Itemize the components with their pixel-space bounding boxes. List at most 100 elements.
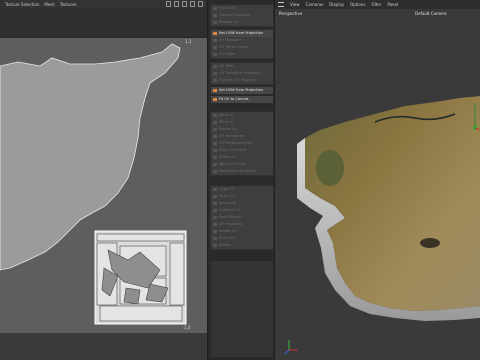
cmd-item[interactable]: UV Relax xyxy=(211,51,273,58)
cmd-item[interactable]: Select UV xyxy=(211,200,273,207)
stitch-icon xyxy=(213,156,217,159)
viewport-panel: View Cameras Display Options Filter Pane… xyxy=(275,0,480,360)
camera-name[interactable]: Default Camera xyxy=(415,11,447,16)
pack-icon xyxy=(213,216,217,219)
mirror-icon xyxy=(213,121,217,124)
rotate-icon xyxy=(213,230,217,233)
cmd-single-2: Fit UV to Canvas xyxy=(210,95,274,104)
cmd-item[interactable]: Optimal Mapping xyxy=(211,12,273,19)
menu-hamburger-icon[interactable] xyxy=(278,2,284,7)
cmd-group-4: Mirror U Mirror V Rotate UV UV Straighte… xyxy=(210,111,274,176)
cmd-item[interactable]: UV Transform Mapping xyxy=(211,70,273,77)
menu-textures[interactable]: Textures xyxy=(60,2,77,7)
cmd-item[interactable]: Mirror U xyxy=(211,112,273,119)
cmd-item[interactable]: Paste UV xyxy=(211,193,273,200)
cmd-item[interactable]: Weld UV Points xyxy=(211,161,273,168)
fit-canvas-icon xyxy=(213,98,217,101)
align-icon xyxy=(213,149,217,152)
normalize-icon xyxy=(213,170,217,173)
shrink-icon xyxy=(213,244,217,247)
rect-icon xyxy=(213,142,217,145)
cmd-item[interactable]: Stitch UV xyxy=(211,154,273,161)
uv-corner-top-label: 1,1 xyxy=(185,39,192,44)
home-icon[interactable] xyxy=(198,1,203,7)
cmd-item[interactable]: Copy UV xyxy=(211,186,273,193)
cmd-item[interactable]: UV Straighten xyxy=(211,133,273,140)
cmd-item[interactable]: Realign UV xyxy=(211,19,273,26)
menu-mesh[interactable]: Mesh xyxy=(44,2,55,7)
weld-icon xyxy=(213,163,217,166)
grid-icon[interactable] xyxy=(174,1,179,7)
scale-icon xyxy=(213,237,217,240)
dark-region xyxy=(420,238,440,248)
cmd-group-2: Set UVW from Projection UV Manager UV Te… xyxy=(210,29,274,59)
cmd-item[interactable]: Rotate UV xyxy=(211,126,273,133)
uv-packed-islands xyxy=(96,233,185,322)
uv-shape-svg xyxy=(0,43,187,325)
uv-toolbar-icons xyxy=(166,1,203,7)
unstitch-icon xyxy=(213,209,217,212)
cmd-item[interactable]: UV Tools xyxy=(211,63,273,70)
projection-icon xyxy=(213,89,217,92)
tools-icon xyxy=(213,65,217,68)
cmd-item[interactable]: Relax UV xyxy=(211,5,273,12)
cmd-group-1: Relax UV Optimal Mapping Realign UV xyxy=(210,4,274,27)
paste-icon xyxy=(213,195,217,198)
terrain-svg xyxy=(284,96,480,355)
cmd-item[interactable]: Scale UV xyxy=(211,235,273,242)
mirror-icon xyxy=(213,114,217,117)
command-palette: Relax UV Optimal Mapping Realign UV Set … xyxy=(207,0,275,360)
uv-toolbar xyxy=(0,9,207,38)
copy-icon xyxy=(213,188,217,191)
terrain-icon xyxy=(213,46,217,49)
cmd-item-set-uvw-2[interactable]: Set UVW from Projection xyxy=(211,87,273,94)
cmd-item-set-uvw[interactable]: Set UVW from Projection xyxy=(211,30,273,37)
cmd-item[interactable]: Pack Islands xyxy=(211,214,273,221)
projection-icon xyxy=(213,32,217,35)
uv-editor-panel: Texture Selection Mesh Textures 1,1 1,0 xyxy=(0,0,207,360)
cmd-item[interactable]: Unstitch UV xyxy=(211,207,273,214)
menu-texture-selection[interactable]: Texture Selection xyxy=(5,2,39,7)
cmd-item[interactable]: Shrink xyxy=(211,242,273,249)
viewport-menubar: View Cameras Display Options Filter Pane… xyxy=(275,0,480,9)
transfer-icon xyxy=(213,79,217,82)
menu-filter[interactable]: Filter xyxy=(371,2,381,7)
cmd-item[interactable]: UV Terrain Mesh xyxy=(211,44,273,51)
cmd-group-3: UV Tools UV Transform Mapping Transfer U… xyxy=(210,62,274,85)
cmd-item[interactable]: Mirror V xyxy=(211,119,273,126)
uv-canvas[interactable]: 1,1 1,0 xyxy=(0,38,207,360)
cmd-item[interactable]: UV Rectangularize xyxy=(211,140,273,147)
select-icon xyxy=(213,202,217,205)
menu-display[interactable]: Display xyxy=(329,2,344,7)
cmd-item[interactable]: Normalize UV Island xyxy=(211,168,273,175)
cmd-group-5: Copy UV Paste UV Select UV Unstitch UV P… xyxy=(210,185,274,250)
cmd-item[interactable]: Rotate UV xyxy=(211,228,273,235)
mapping-icon xyxy=(213,14,217,17)
rotate-icon xyxy=(213,128,217,131)
cmd-item-fit-canvas[interactable]: Fit UV to Canvas xyxy=(211,96,273,103)
uv-corner-bottom-label: 1,0 xyxy=(184,325,191,330)
link-icon[interactable] xyxy=(182,1,187,7)
menu-view[interactable]: View xyxy=(290,2,300,7)
cmd-item[interactable]: Transfer UV Mapping xyxy=(211,77,273,84)
cmd-empty-area xyxy=(210,260,274,358)
menu-cameras[interactable]: Cameras xyxy=(306,2,324,7)
cmd-single-1: Set UVW from Projection xyxy=(210,86,274,95)
folder-icon[interactable] xyxy=(190,1,195,7)
menu-panel[interactable]: Panel xyxy=(387,2,398,7)
viewport-canvas[interactable] xyxy=(275,18,480,360)
cmd-item[interactable]: Align UV Island xyxy=(211,147,273,154)
menu-options[interactable]: Options xyxy=(350,2,365,7)
axis-indicator-icon xyxy=(284,340,298,355)
viewport-titlebar: Perspective Default Camera xyxy=(275,9,480,18)
uv-menubar: Texture Selection Mesh Textures xyxy=(0,0,207,9)
cmd-item[interactable]: UV Manager xyxy=(211,37,273,44)
viewport-title: Perspective xyxy=(279,11,303,16)
cmd-item[interactable]: UV Projection xyxy=(211,221,273,228)
projection-icon xyxy=(213,223,217,226)
relax-icon xyxy=(213,7,217,10)
lock-icon[interactable] xyxy=(166,1,171,7)
uv-bottom-bar xyxy=(0,333,207,360)
uv-manager-icon xyxy=(213,39,217,42)
realign-icon xyxy=(213,21,217,24)
